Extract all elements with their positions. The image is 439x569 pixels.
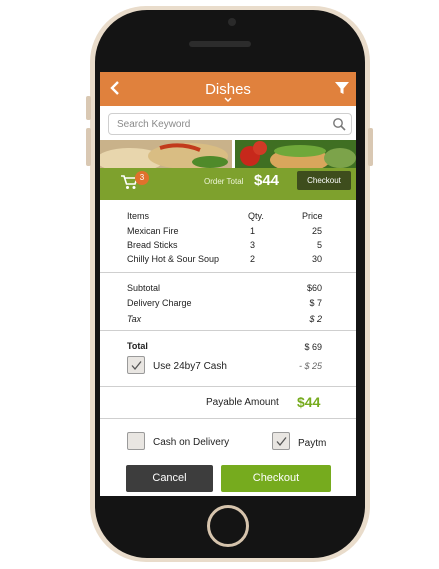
divider (100, 272, 356, 273)
payable-amount-label: Payable Amount (206, 397, 279, 408)
checkout-button[interactable]: Checkout (221, 465, 331, 492)
cancel-button[interactable]: Cancel (126, 465, 213, 492)
item-name: Mexican Fire (127, 226, 179, 236)
item-name: Chilly Hot & Sour Soup (127, 254, 220, 264)
search-icon[interactable] (332, 117, 346, 131)
subtotal-label: Subtotal (127, 283, 161, 293)
tax-label: Tax (127, 314, 142, 324)
checkmark-icon (276, 437, 287, 447)
page-title[interactable]: Dishes (100, 81, 356, 98)
paytm-checkbox[interactable] (272, 432, 290, 450)
use-cash-value: - $ 25 (298, 361, 322, 371)
use-cash-label[interactable]: Use 24by7 Cash (153, 361, 227, 372)
power-button (368, 128, 373, 166)
divider (100, 386, 356, 387)
funnel-icon[interactable] (334, 80, 350, 96)
total-label: Total (127, 341, 148, 351)
use-cash-checkbox[interactable] (127, 356, 145, 374)
delivery-charge-value: $ 7 (309, 298, 322, 308)
checkmark-icon (131, 361, 142, 371)
payable-amount-value: $44 (297, 394, 321, 410)
checkout-small-button[interactable]: Checkout (297, 171, 351, 190)
cash-on-delivery-checkbox[interactable] (127, 432, 145, 450)
delivery-charge-label: Delivery Charge (127, 298, 192, 308)
tax-value: $ 2 (309, 314, 322, 324)
volume-down-button (86, 128, 91, 166)
cart-count-badge: 3 (135, 171, 149, 185)
home-button[interactable] (207, 505, 249, 547)
subtotal-value: $60 (306, 283, 322, 293)
item-price: 25 (311, 226, 322, 236)
column-header-price: Price (302, 211, 323, 221)
front-camera (228, 18, 236, 26)
earpiece-speaker (189, 41, 251, 47)
item-price: 5 (316, 240, 322, 250)
divider (100, 418, 356, 419)
item-qty: 2 (250, 254, 256, 264)
volume-up-button (86, 96, 91, 120)
item-qty: 1 (250, 226, 256, 236)
column-header-qty: Qty. (248, 211, 264, 221)
cash-on-delivery-label[interactable]: Cash on Delivery (153, 437, 229, 448)
item-name: Bread Sticks (127, 240, 178, 250)
paytm-label[interactable]: Paytm (298, 438, 326, 449)
order-total-label: Order Total (204, 177, 244, 186)
item-qty: 3 (250, 240, 256, 250)
item-price: 30 (311, 254, 322, 264)
column-header-items: Items (127, 211, 150, 221)
search-placeholder: Search Keyword (117, 119, 191, 130)
order-total-value: $44 (254, 172, 280, 189)
food-banner-image (100, 140, 356, 168)
chevron-down-icon[interactable] (224, 97, 232, 103)
search-input[interactable]: Search Keyword (108, 113, 352, 135)
divider (100, 330, 356, 331)
total-value: $ 69 (304, 342, 322, 352)
app-header: Dishes (100, 72, 356, 106)
